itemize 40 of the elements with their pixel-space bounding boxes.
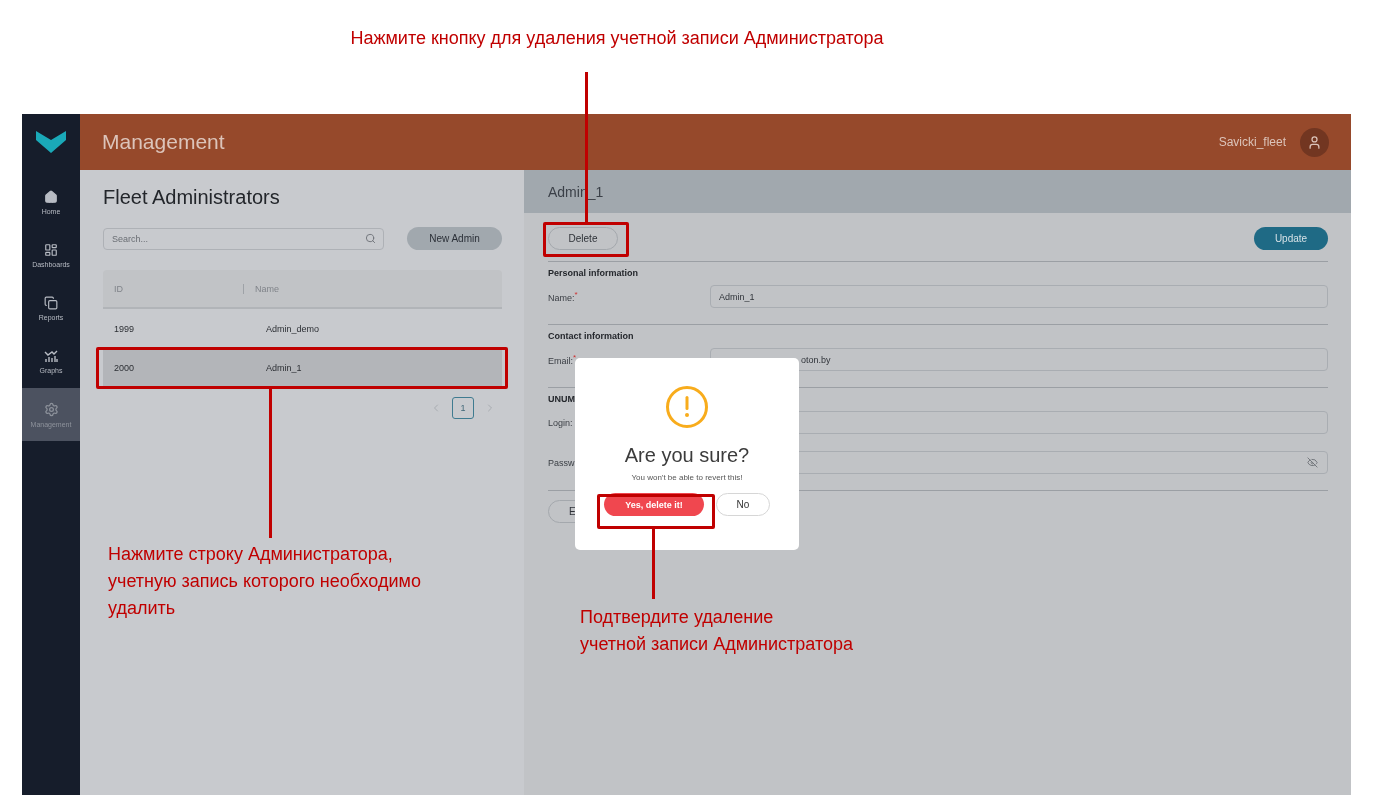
graph-icon xyxy=(44,349,58,363)
field-label: Login: xyxy=(548,417,573,428)
section-title: Contact information xyxy=(548,331,635,341)
table-row[interactable]: 2000 Admin_1 xyxy=(103,348,502,387)
table-cell-text: 1999 xyxy=(113,323,136,334)
dashboard-icon xyxy=(44,243,58,257)
table-cell-text: Admin_demo xyxy=(265,323,321,334)
panel-title: Fleet Administrators xyxy=(103,186,281,209)
page-button[interactable]: 1 xyxy=(452,397,474,419)
documents-icon xyxy=(44,296,58,310)
field-label: Email:$^{*}$ xyxy=(548,353,577,366)
logo-icon xyxy=(36,131,66,153)
table-cell-text: 2000 xyxy=(113,362,136,373)
user-name: Savicki_fleet xyxy=(1218,135,1286,149)
update-button[interactable]: Update xyxy=(1254,227,1328,250)
section-title: UNUM xyxy=(548,394,576,404)
search-icon xyxy=(365,232,376,244)
user-icon xyxy=(1307,134,1322,150)
settings-icon xyxy=(43,401,59,417)
dialog-title: Are you sure? xyxy=(624,444,750,467)
warning-icon xyxy=(666,386,708,428)
home-icon xyxy=(44,190,58,204)
annotation-text: Подтвердите удаление учетной записи Администратора xyxy=(580,606,854,656)
hide-password-icon[interactable] xyxy=(1307,457,1318,468)
input-field[interactable]: Admin_1 xyxy=(710,285,1328,308)
section-title: Personal information xyxy=(548,268,639,278)
new-admin-button[interactable]: New Admin xyxy=(407,227,502,250)
field-label: Passw xyxy=(548,457,575,468)
leader-line xyxy=(652,529,655,599)
table-cell-text: Admin_1 xyxy=(265,362,303,373)
page-title: Management xyxy=(102,130,225,154)
input-field[interactable]: oton.by xyxy=(710,348,1328,371)
annotation-text: Нажмите строку Администратора, учетную запись которого необходимо удалить xyxy=(108,543,421,620)
cancel-button[interactable]: No xyxy=(716,493,770,516)
annotation-text: Нажмите кнопку для удаления учетной записи Администратора xyxy=(350,27,884,50)
field-label: Name:$^{*}$ xyxy=(548,290,578,303)
avatar-button[interactable] xyxy=(1300,127,1329,157)
dialog-message: You won't be able to revert this! xyxy=(631,473,743,482)
confirm-button[interactable]: Yes, delete it! xyxy=(604,493,704,516)
search-field[interactable]: Search... xyxy=(103,227,384,250)
